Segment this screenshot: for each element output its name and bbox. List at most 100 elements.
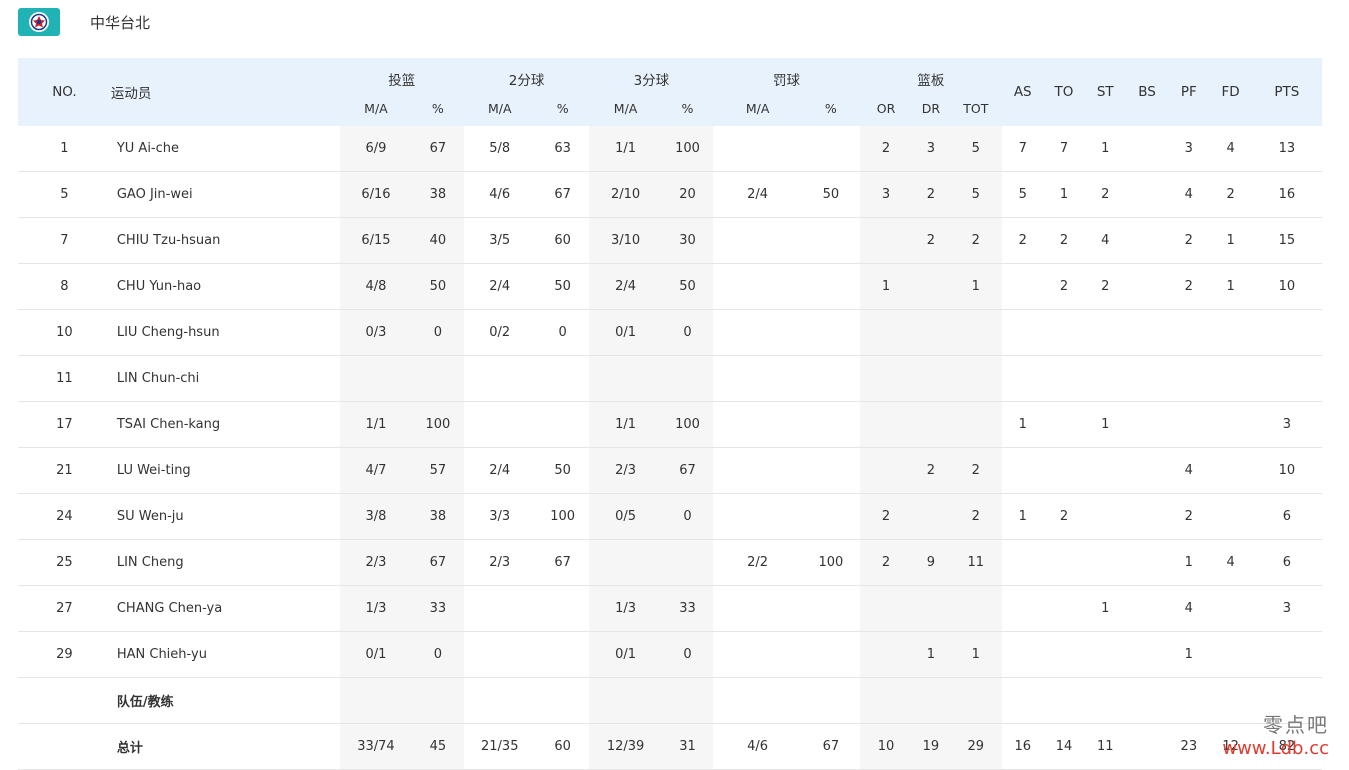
- cell-st: [1084, 631, 1126, 678]
- cell-name: CHU Yun-hao: [110, 263, 340, 310]
- cell-to: 2: [1043, 263, 1085, 310]
- cell-to: [1043, 585, 1085, 632]
- cell-to: 2: [1043, 493, 1085, 540]
- cell-two-ma: [463, 677, 536, 724]
- cell-ft-ma: [713, 631, 802, 678]
- team-name: 中华台北: [90, 13, 151, 32]
- cell-tot: [949, 309, 1003, 356]
- cell-bs: [1125, 539, 1169, 586]
- cell-no: 21: [18, 447, 111, 494]
- cell-three-pct: 50: [661, 263, 714, 310]
- cell-fg-pct: 100: [412, 401, 464, 448]
- cell-or: [859, 355, 913, 402]
- cell-tot: [949, 677, 1003, 724]
- cell-tot: 11: [949, 539, 1003, 586]
- cell-tot: 5: [949, 126, 1003, 172]
- cell-fg-pct: 38: [412, 493, 464, 540]
- cell-ft-ma: [713, 493, 802, 540]
- cell-ft-ma: 2/4: [713, 171, 802, 218]
- cell-to: 2: [1043, 217, 1085, 264]
- cell-st: [1084, 677, 1126, 724]
- col-header-ft-pct: %: [801, 94, 860, 126]
- cell-dr: [912, 585, 950, 632]
- cell-bs: [1125, 263, 1169, 310]
- box-score-table: NO. 运动员 投篮 2分球 3分球 罚球 篮板 AS TO ST BS PF …: [18, 58, 1322, 770]
- col-header-ft-ma: M/A: [713, 94, 802, 126]
- cell-bs: [1125, 126, 1169, 172]
- table-row: 5 GAO Jin-wei 6/16 38 4/6 67 2/10 20 2/4 50 3 2 5 5 1 2…: [18, 171, 1322, 218]
- cell-three-pct: 20: [661, 171, 714, 218]
- cell-two-ma: 2/4: [463, 447, 536, 494]
- cell-ft-ma: [713, 677, 802, 724]
- cell-ft-ma: [713, 217, 802, 264]
- cell-ft-ma: [713, 263, 802, 310]
- cell-fd: [1209, 309, 1252, 356]
- cell-three-ma: [589, 539, 662, 586]
- cell-fg-ma: 6/15: [339, 217, 413, 264]
- cell-to: [1043, 447, 1085, 494]
- table-row: 21 LU Wei-ting 4/7 57 2/4 50 2/3 67 2 2 4 10: [18, 447, 1322, 494]
- cell-two-pct: 67: [535, 171, 590, 218]
- cell-three-ma: 0/1: [589, 631, 662, 678]
- cell-three-pct: 0: [661, 493, 714, 540]
- cell-two-pct: [535, 677, 590, 724]
- cell-two-ma: [463, 401, 536, 448]
- cell-fd: [1209, 631, 1252, 678]
- col-header-bs: BS: [1125, 58, 1169, 126]
- cell-fd: [1209, 585, 1252, 632]
- cell-fg-ma: 1/1: [339, 401, 413, 448]
- cell-no: 27: [18, 585, 111, 632]
- cell-pf: [1168, 401, 1210, 448]
- cell-no: 24: [18, 493, 111, 540]
- cell-pts: 13: [1251, 126, 1322, 172]
- cell-fg-ma: [339, 677, 413, 724]
- cell-bs: [1125, 677, 1169, 724]
- cell-fd: [1209, 447, 1252, 494]
- col-header-three-pct: %: [661, 94, 714, 126]
- cell-fg-ma: 4/7: [339, 447, 413, 494]
- cell-pf: [1168, 677, 1210, 724]
- cell-bs: [1125, 447, 1169, 494]
- cell-dr: 2: [912, 217, 950, 264]
- cell-two-pct: 60: [535, 217, 590, 264]
- cell-dr: 2: [912, 171, 950, 218]
- cell-ft-pct: 50: [801, 171, 860, 218]
- cell-tot: [949, 355, 1003, 402]
- cell-two-pct: [535, 585, 590, 632]
- cell-dr: [912, 677, 950, 724]
- cell-three-pct: [661, 355, 714, 402]
- cell-ft-ma: [713, 447, 802, 494]
- cell-pts: [1251, 677, 1322, 724]
- cell-ft-pct: [801, 677, 860, 724]
- col-header-fg-pct: %: [412, 94, 464, 126]
- cell-as: [1002, 263, 1044, 310]
- cell-pts: 15: [1251, 217, 1322, 264]
- cell-or: 1: [859, 263, 913, 310]
- cell-st: 2: [1084, 263, 1126, 310]
- table-row: 1 YU Ai-che 6/9 67 5/8 63 1/1 100 2 3 5 7 7 1 3 4 13: [18, 126, 1322, 172]
- cell-fg-ma: [339, 355, 413, 402]
- cell-two-ma: [463, 631, 536, 678]
- cell-pf: 1: [1168, 631, 1210, 678]
- cell-pts: [1251, 631, 1322, 678]
- cell-pf: [1168, 309, 1210, 356]
- cell-st: 1: [1084, 401, 1126, 448]
- cell-pf: 2: [1168, 217, 1210, 264]
- cell-dr: 2: [912, 447, 950, 494]
- table-row: 7 CHIU Tzu-hsuan 6/15 40 3/5 60 3/10 30 2 2 2 2 4 2 1 1…: [18, 217, 1322, 264]
- cell-three-ma: 2/4: [589, 263, 662, 310]
- cell-tot: 2: [949, 217, 1003, 264]
- cell-no: 25: [18, 539, 111, 586]
- cell-as: [1002, 631, 1044, 678]
- cell-tot: 1: [949, 631, 1003, 678]
- col-group-three: 3分球: [589, 58, 714, 94]
- table-row: 队伍/教练: [18, 677, 1322, 724]
- cell-tot: 2: [949, 493, 1003, 540]
- table-row: 27 CHANG Chen-ya 1/3 33 1/3 33 1 4 3: [18, 585, 1322, 632]
- cell-fd: [1209, 355, 1252, 402]
- cell-as: [1002, 447, 1044, 494]
- cell-or: [859, 585, 913, 632]
- cell-fd: [1209, 677, 1252, 724]
- cell-or: 2: [859, 493, 913, 540]
- col-header-tot: TOT: [949, 94, 1003, 126]
